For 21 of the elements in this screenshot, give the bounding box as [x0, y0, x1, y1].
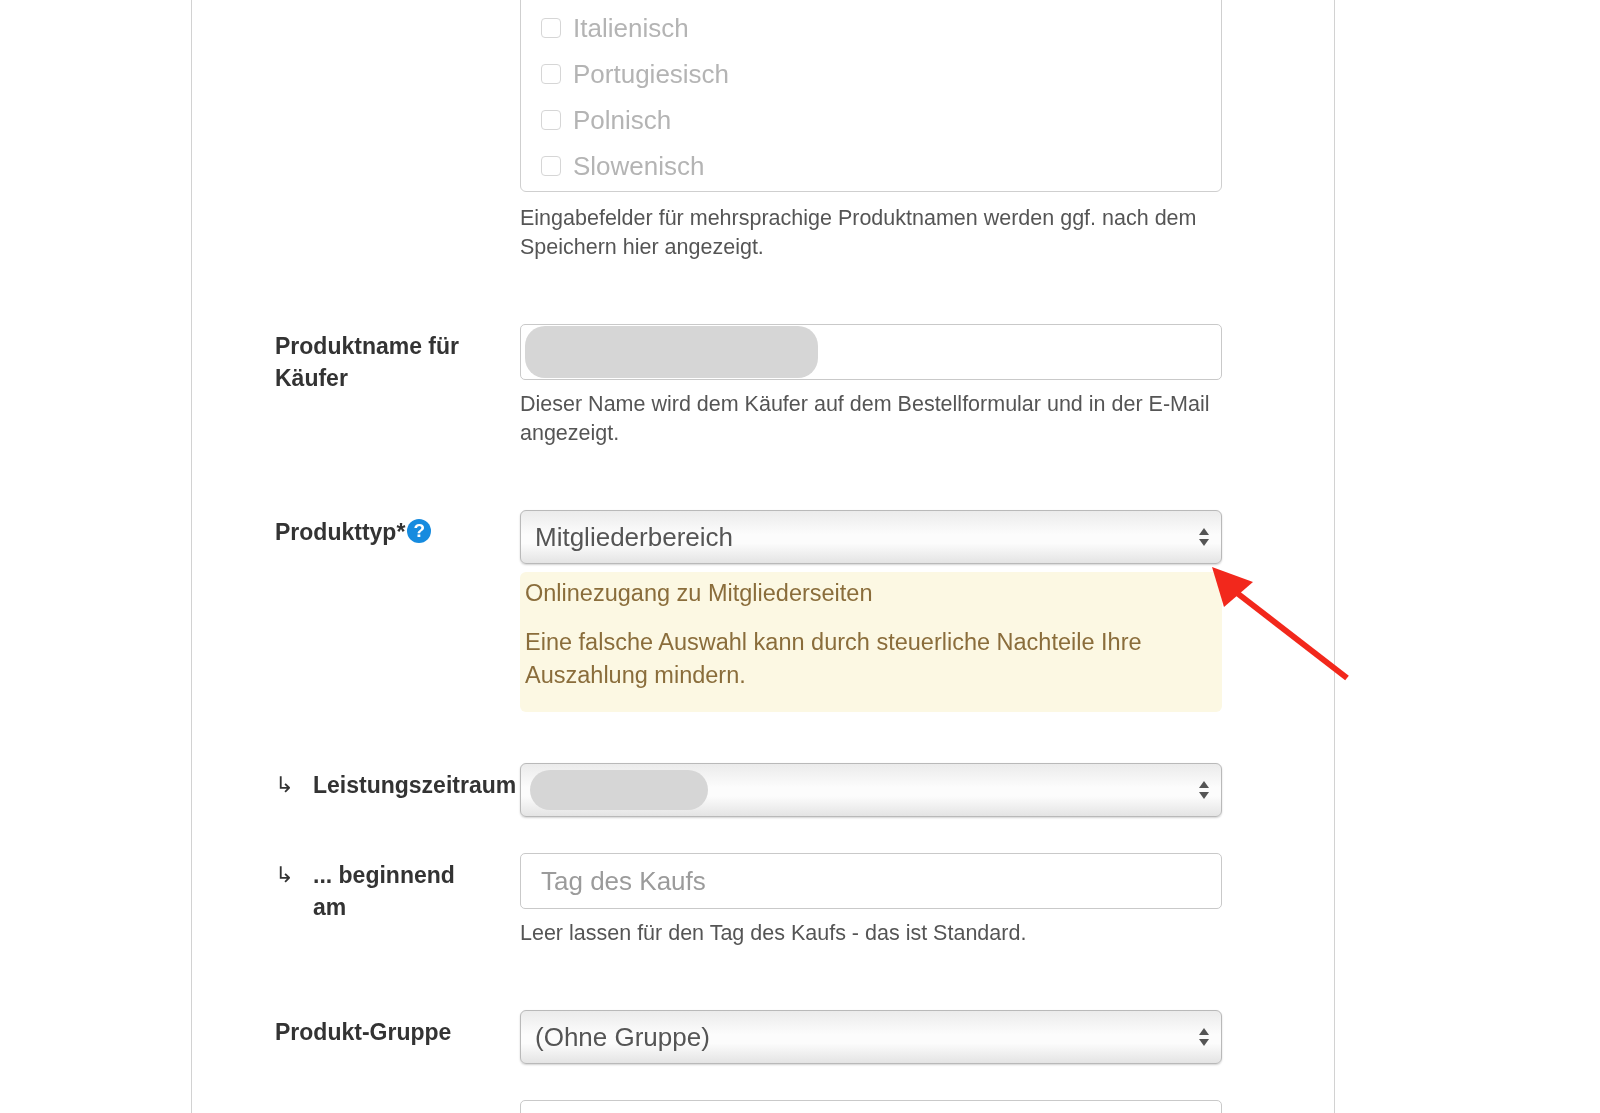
- select-field[interactable]: (Ohne Gruppe): [520, 1010, 1222, 1064]
- select-field[interactable]: Mitgliederbereich: [520, 510, 1222, 564]
- updown-arrows-icon: [1198, 1027, 1210, 1047]
- select-field[interactable]: [520, 763, 1222, 817]
- input-field[interactable]: Tag des Kaufs: [520, 853, 1222, 909]
- notice-text: Eine falsche Auswahl kann durch steuerliche Nachteile Ihre Auszahlung mindern.: [525, 628, 1143, 690]
- field-label: Produktname für Käufer: [275, 333, 460, 391]
- help-text: Eingabefelder für mehrsprachige Produktnamen werden ggf. nach dem Speichern hier angezeigt.: [520, 205, 1198, 261]
- help-text: Dieser Name wird dem Käufer auf dem Bestellformular und in der E-Mail angezeigt.: [520, 391, 1211, 447]
- indent-marker: ↳: [275, 861, 295, 889]
- indent-marker: ↳: [275, 771, 295, 799]
- notice-text: Onlinezugang zu Mitgliederseiten: [525, 579, 874, 608]
- field-label: ... beginnend am: [313, 862, 455, 920]
- help-text: Leer lassen für den Tag des Kaufs - das ist Standard.: [520, 920, 1028, 947]
- updown-arrows-icon: [1198, 527, 1210, 547]
- field-label: Produkttyp*: [275, 519, 406, 545]
- field-label: Leistungszeitraum: [313, 772, 517, 798]
- help-icon[interactable]: ?: [407, 519, 432, 543]
- input-field[interactable]: [520, 324, 1222, 380]
- field-label: Produkt-Gruppe: [275, 1019, 452, 1045]
- updown-arrows-icon: [1198, 780, 1210, 800]
